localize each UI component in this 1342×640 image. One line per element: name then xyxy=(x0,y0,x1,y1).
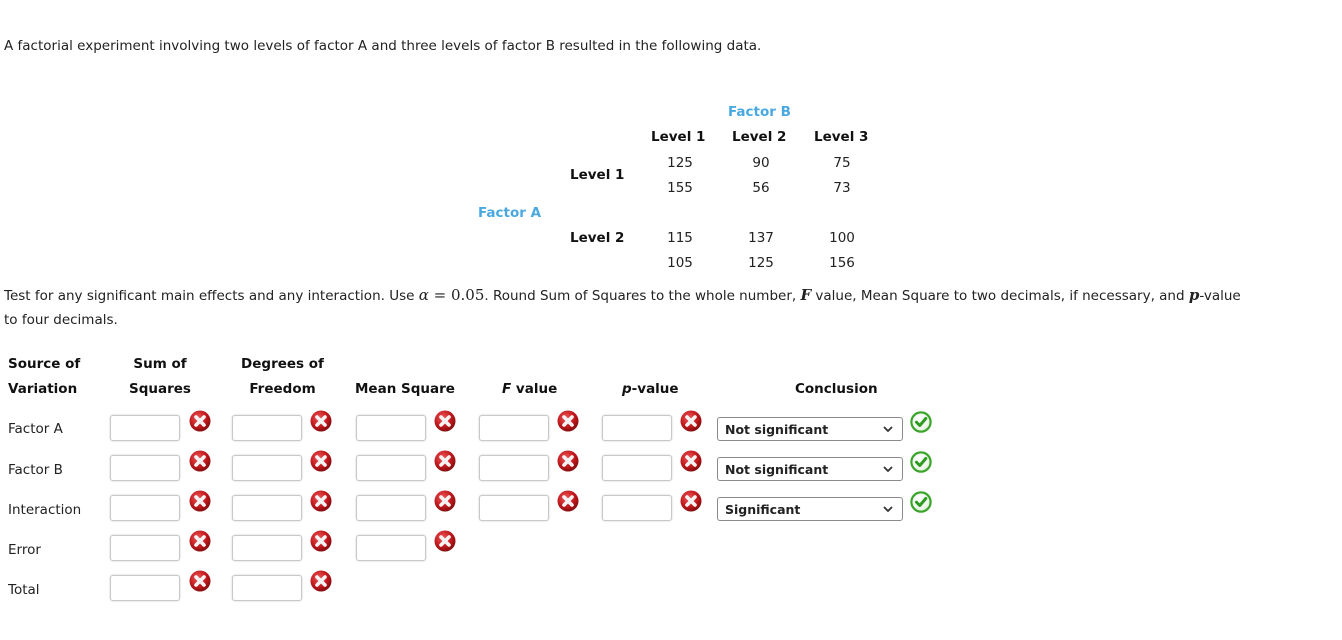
factor-a-level-2-label: Level 2 xyxy=(570,230,625,246)
factor-a-df-input[interactable] xyxy=(232,415,302,441)
red-x-icon xyxy=(189,490,211,512)
factor-a-label: Factor A xyxy=(478,205,542,221)
row-label-factor-b: Factor B xyxy=(8,462,63,478)
red-x-icon xyxy=(557,490,579,512)
data-cell: 115 xyxy=(667,230,693,246)
alpha-symbol: α = 0.05 xyxy=(418,286,485,304)
header-mean-square: Mean Square xyxy=(355,381,455,397)
factor-b-p-input[interactable] xyxy=(602,455,672,481)
row-label-interaction: Interaction xyxy=(8,502,82,518)
factor-b-ms-input[interactable] xyxy=(356,455,426,481)
red-x-icon xyxy=(310,410,332,432)
total-ss-input[interactable] xyxy=(110,575,180,601)
header-df-line2: Freedom xyxy=(249,381,316,397)
factor-b-f-input[interactable] xyxy=(479,455,549,481)
interaction-conclusion-select[interactable]: Significant xyxy=(717,497,903,521)
p-symbol: p xyxy=(1188,286,1200,304)
data-cell: 125 xyxy=(748,255,774,271)
data-cell: 73 xyxy=(833,180,851,196)
data-cell: 90 xyxy=(752,155,770,171)
red-x-icon xyxy=(434,490,456,512)
factor-b-level-2-header: Level 2 xyxy=(732,129,787,145)
red-x-icon xyxy=(310,490,332,512)
factor-b-level-1-header: Level 1 xyxy=(651,129,706,145)
green-check-icon xyxy=(910,451,932,473)
red-x-icon xyxy=(680,490,702,512)
interaction-ms-input[interactable] xyxy=(356,495,426,521)
header-df-line1: Degrees of xyxy=(241,356,324,372)
data-cell: 137 xyxy=(748,230,774,246)
data-cell: 56 xyxy=(752,180,770,196)
red-x-icon xyxy=(434,530,456,552)
header-source-line2: Variation xyxy=(8,381,78,397)
header-f-value: F value xyxy=(502,381,558,397)
factor-b-level-3-header: Level 3 xyxy=(814,129,869,145)
red-x-icon xyxy=(189,530,211,552)
red-x-icon xyxy=(557,410,579,432)
data-cell: 75 xyxy=(833,155,851,171)
factor-a-ms-input[interactable] xyxy=(356,415,426,441)
interaction-df-input[interactable] xyxy=(232,495,302,521)
data-cell: 155 xyxy=(667,180,693,196)
header-ss-line1: Sum of xyxy=(133,356,187,372)
factor-a-p-input[interactable] xyxy=(602,415,672,441)
red-x-icon xyxy=(680,410,702,432)
header-p-value: p-value xyxy=(622,381,679,397)
row-label-error: Error xyxy=(8,542,41,558)
red-x-icon xyxy=(189,410,211,432)
error-ss-input[interactable] xyxy=(110,535,180,561)
data-cell: 125 xyxy=(667,155,693,171)
error-df-input[interactable] xyxy=(232,535,302,561)
factor-b-label: Factor B xyxy=(728,104,791,120)
factor-b-conclusion-select[interactable]: Not significant xyxy=(717,457,903,481)
row-label-total: Total xyxy=(8,582,40,598)
red-x-icon xyxy=(680,450,702,472)
red-x-icon xyxy=(189,450,211,472)
red-x-icon xyxy=(557,450,579,472)
green-check-icon xyxy=(910,491,932,513)
total-df-input[interactable] xyxy=(232,575,302,601)
data-cell: 105 xyxy=(667,255,693,271)
red-x-icon xyxy=(310,450,332,472)
green-check-icon xyxy=(910,411,932,433)
row-label-factor-a: Factor A xyxy=(8,421,63,437)
header-conclusion: Conclusion xyxy=(795,381,878,397)
question-intro: A factorial experiment involving two lev… xyxy=(4,38,762,54)
instructions-line-2: to four decimals. xyxy=(4,312,118,328)
data-cell: 156 xyxy=(829,255,855,271)
data-cell: 100 xyxy=(829,230,855,246)
header-source-line1: Source of xyxy=(8,356,81,372)
red-x-icon xyxy=(310,530,332,552)
red-x-icon xyxy=(189,570,211,592)
header-ss-line2: Squares xyxy=(129,381,191,397)
red-x-icon xyxy=(434,410,456,432)
f-symbol: F xyxy=(800,286,812,304)
interaction-ss-input[interactable] xyxy=(110,495,180,521)
red-x-icon xyxy=(434,450,456,472)
chevron-down-icon xyxy=(882,423,894,435)
factor-b-ss-input[interactable] xyxy=(110,455,180,481)
chevron-down-icon xyxy=(882,503,894,515)
chevron-down-icon xyxy=(882,463,894,475)
factor-a-conclusion-select[interactable]: Not significant xyxy=(717,417,903,441)
instructions-line-1: Test for any significant main effects an… xyxy=(4,286,1241,304)
factor-a-level-1-label: Level 1 xyxy=(570,167,625,183)
factor-b-df-input[interactable] xyxy=(232,455,302,481)
interaction-p-input[interactable] xyxy=(602,495,672,521)
factor-a-f-input[interactable] xyxy=(479,415,549,441)
error-ms-input[interactable] xyxy=(356,535,426,561)
interaction-f-input[interactable] xyxy=(479,495,549,521)
red-x-icon xyxy=(310,570,332,592)
factor-a-ss-input[interactable] xyxy=(110,415,180,441)
